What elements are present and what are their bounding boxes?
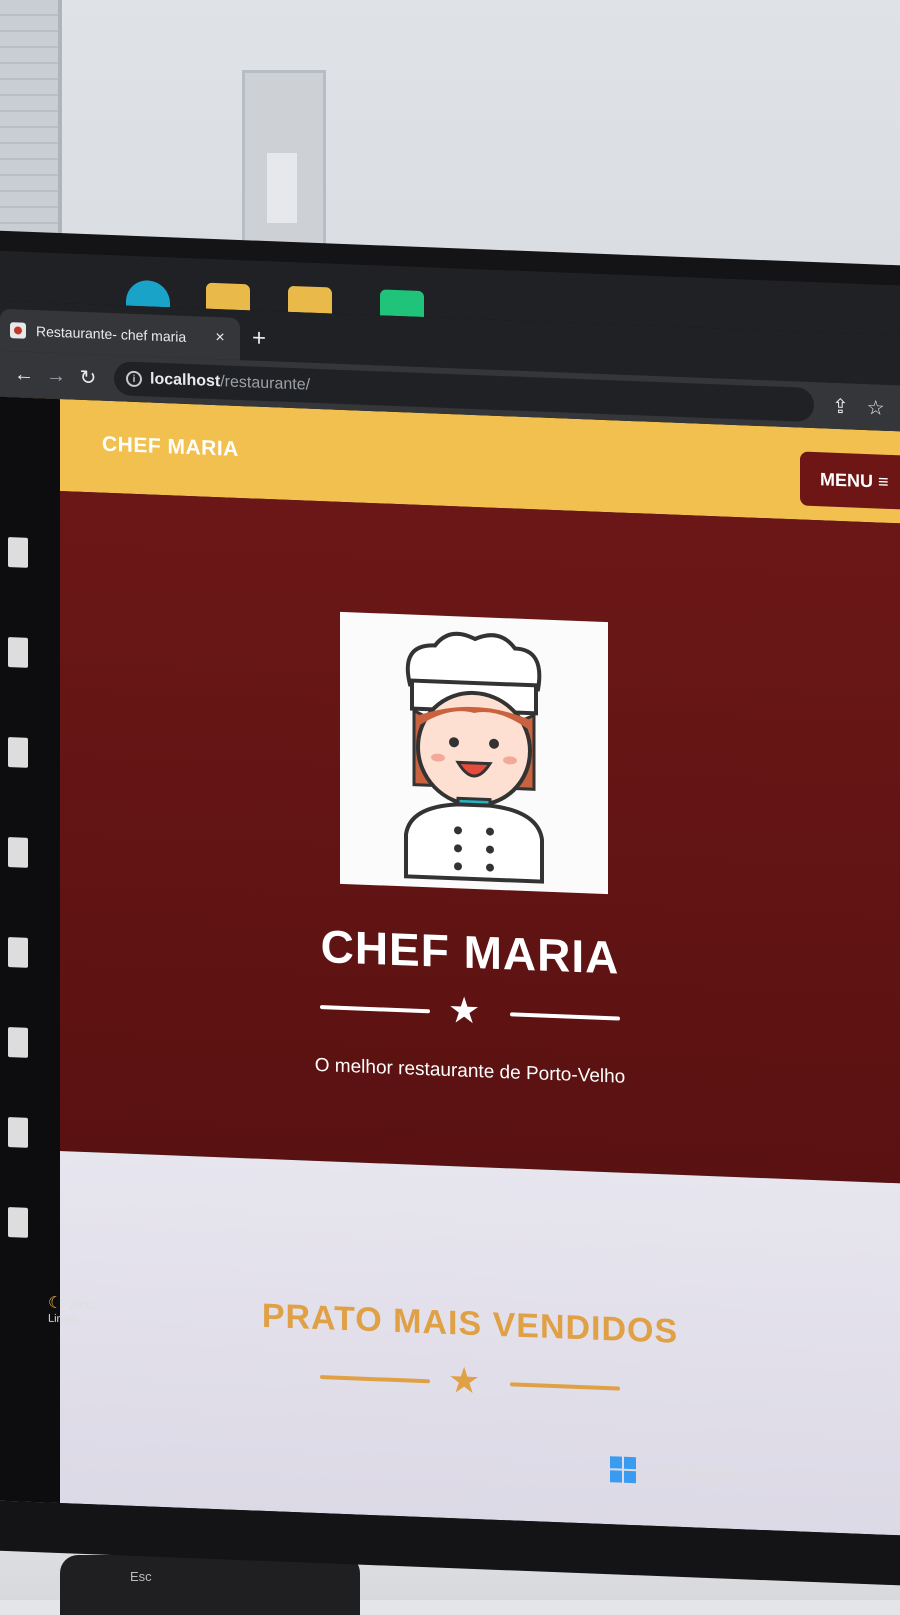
brand-link[interactable]: CHEF MARIA: [102, 433, 239, 462]
moon-icon: ☾: [48, 1295, 62, 1313]
desktop-file-icon[interactable]: [8, 1027, 28, 1058]
monitor: Restaurante- chef maria × + ⌄ ← → ↻ i lo…: [0, 230, 900, 1587]
app-icon[interactable]: [380, 289, 424, 317]
section-title: PRATO MAIS VENDIDOS: [0, 1287, 900, 1362]
taskbar-search[interactable]: ⚲ Pesquisar: [660, 1460, 742, 1481]
chef-avatar: [340, 612, 608, 894]
hero-section: CHEF MARIA ★ O melhor restaurante de Por…: [0, 489, 900, 1185]
url-path: /restaurante/: [220, 373, 310, 394]
divider-line: [320, 1005, 430, 1013]
window-blind: [0, 0, 62, 250]
close-icon[interactable]: ×: [210, 329, 230, 348]
menu-button[interactable]: MENU ≡: [800, 452, 900, 511]
search-label: Pesquisar: [675, 1462, 742, 1482]
door-sign: [267, 153, 297, 223]
folder-icon[interactable]: [288, 286, 332, 314]
favicon-icon: [10, 322, 26, 339]
new-tab-button[interactable]: +: [252, 324, 266, 353]
star-icon: ★: [448, 1362, 480, 1399]
bookmark-star-icon[interactable]: ☆: [867, 395, 885, 421]
weather-temp: 29°C: [69, 1299, 94, 1312]
divider-line: [320, 1375, 430, 1383]
keyboard: Esc: [60, 1555, 360, 1615]
desktop-file-icon[interactable]: [8, 837, 28, 868]
forward-icon[interactable]: →: [40, 364, 72, 388]
desktop-file-icon[interactable]: [8, 737, 28, 768]
star-icon: ★: [448, 992, 480, 1029]
chef-illustration: [340, 612, 608, 894]
hero-subtitle: O melhor restaurante de Porto-Velho: [0, 1043, 900, 1101]
reload-icon[interactable]: ↻: [72, 364, 104, 390]
back-icon[interactable]: ←: [8, 363, 40, 387]
share-icon[interactable]: ⇪: [832, 393, 849, 419]
desktop-icons-column: [0, 397, 60, 1503]
edge-app-icon[interactable]: [126, 280, 170, 308]
door: [242, 70, 326, 250]
divider-line: [510, 1012, 620, 1020]
weather-desc: Limpo: [48, 1313, 78, 1326]
tab-title: Restaurante- chef maria: [36, 323, 210, 346]
search-icon: ⚲: [660, 1461, 675, 1479]
desktop-file-icon[interactable]: [8, 1207, 28, 1238]
hero-divider: ★: [320, 987, 620, 1039]
desktop-file-icon[interactable]: [8, 937, 28, 968]
desktop-file-icon[interactable]: [8, 637, 28, 668]
desktop-file-icon[interactable]: [8, 537, 28, 568]
hero-title: CHEF MARIA: [0, 907, 900, 997]
desktop-file-icon[interactable]: [8, 1117, 28, 1148]
screen: Restaurante- chef maria × + ⌄ ← → ↻ i lo…: [0, 251, 900, 1537]
web-page: CHEF MARIA MENU ≡: [0, 397, 900, 1537]
divider-line: [510, 1382, 620, 1390]
url-host: localhost: [150, 371, 220, 392]
folder-icon[interactable]: [206, 283, 250, 311]
weather-widget[interactable]: ☾ 29°C Limpo: [48, 1293, 94, 1327]
windows-start-icon[interactable]: [610, 1456, 636, 1483]
keyboard-key-label: Esc: [130, 1569, 152, 1584]
info-icon[interactable]: i: [126, 371, 142, 388]
section-divider: ★: [320, 1357, 620, 1409]
